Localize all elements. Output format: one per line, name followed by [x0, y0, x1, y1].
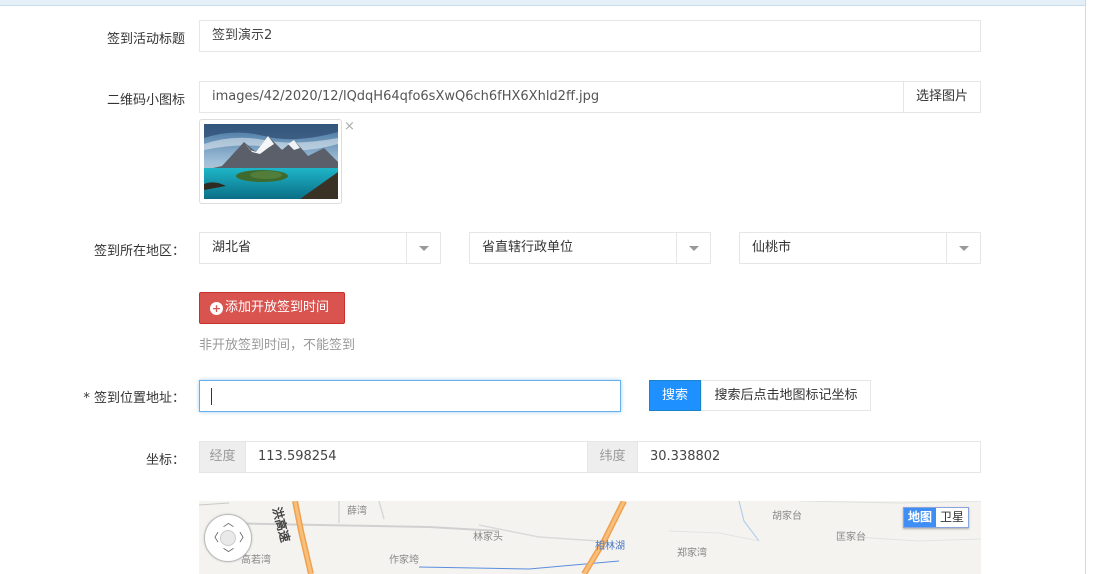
pan-left-icon[interactable]: 〈	[208, 532, 219, 543]
pan-down-icon[interactable]: ﹀	[223, 548, 234, 559]
map-view[interactable]: 薛湾 林家头 相林湖 郑家湾 胡家台 匡家台 高若湾 作家垮 洪高速 ︿ 〈 〉…	[199, 501, 981, 574]
chevron-down-icon	[946, 233, 980, 263]
landscape-image	[204, 124, 338, 199]
map-place-label: 林家头	[473, 532, 503, 543]
map-pan-control[interactable]: ︿ 〈 〉 ﹀	[204, 514, 252, 562]
latitude-prefix: 纬度	[587, 441, 638, 473]
coordinate-label: 坐标：	[145, 453, 185, 468]
chevron-down-icon	[406, 233, 440, 263]
satellite-mode-button[interactable]: 卫星	[936, 508, 968, 527]
map-place-label: 作家垮	[389, 555, 419, 566]
add-open-time-label: 添加开放签到时间	[225, 300, 330, 315]
pan-right-icon[interactable]: 〉	[239, 532, 250, 543]
map-place-label: 胡家台	[772, 511, 802, 522]
longitude-prefix: 经度	[199, 441, 246, 473]
map-place-label: 匡家台	[836, 532, 866, 543]
longitude-input[interactable]: 113.598254	[245, 441, 588, 473]
chevron-down-icon	[676, 233, 710, 263]
address-label: * 签到位置地址：	[83, 391, 185, 406]
add-open-time-button[interactable]: + 添加开放签到时间	[199, 292, 345, 324]
search-button[interactable]: 搜索	[649, 380, 701, 411]
qr-icon-label: 二维码小图标	[106, 93, 185, 108]
panel-border	[1085, 0, 1086, 574]
qr-path-input[interactable]: images/42/2020/12/lQdqH64qfo6sXwQ6ch6fHX…	[199, 81, 904, 113]
map-place-label: 薛湾	[347, 506, 367, 517]
search-hint: 搜索后点击地图标记坐标	[701, 380, 871, 411]
map-place-label: 郑家湾	[677, 548, 707, 559]
city-value: 省直辖行政单位	[482, 240, 574, 255]
map-mode-button[interactable]: 地图	[904, 508, 937, 527]
map-lake-label: 相林湖	[595, 541, 625, 552]
plus-circle-icon: +	[210, 302, 223, 315]
pan-up-icon[interactable]: ︿	[223, 517, 234, 528]
region-label: 签到所在地区：	[93, 244, 185, 259]
top-bar	[0, 0, 1086, 6]
city-select[interactable]: 省直辖行政单位	[469, 232, 711, 264]
pan-center-icon	[220, 530, 236, 546]
open-time-help: 非开放签到时间，不能签到	[199, 338, 356, 353]
title-input[interactable]: 签到演示2	[199, 20, 981, 52]
qr-image-preview	[199, 119, 342, 204]
map-type-toggle[interactable]: 地图 卫星	[903, 507, 970, 528]
text-cursor	[211, 388, 212, 405]
remove-image-icon[interactable]: ×	[344, 120, 355, 134]
choose-image-button[interactable]: 选择图片	[903, 81, 981, 113]
province-value: 湖北省	[212, 240, 252, 255]
title-label: 签到活动标题	[106, 32, 185, 47]
district-select[interactable]: 仙桃市	[739, 232, 981, 264]
district-value: 仙桃市	[752, 240, 792, 255]
latitude-input[interactable]: 30.338802	[637, 441, 981, 473]
province-select[interactable]: 湖北省	[199, 232, 441, 264]
address-input[interactable]	[199, 380, 621, 412]
